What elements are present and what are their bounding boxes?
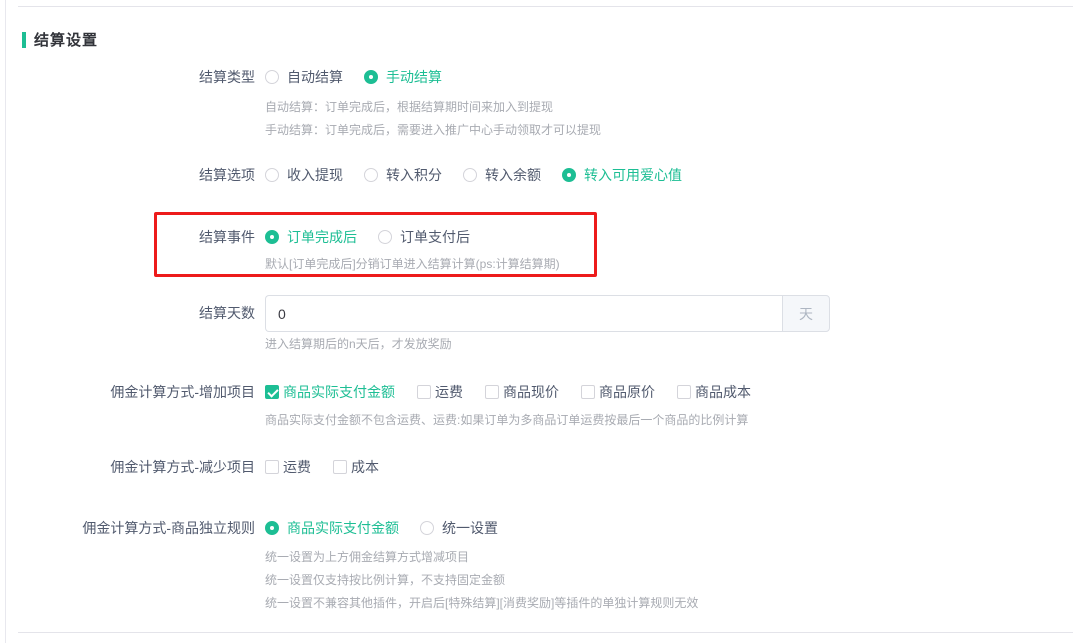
radio-selected-icon <box>562 168 576 182</box>
section-accent-bar <box>22 32 26 48</box>
help-line: 统一设置仅支持按比例计算，不支持固定金额 <box>265 569 698 592</box>
form-row-commission-rule: 佣金计算方式-商品独立规则 商品实际支付金额 统一设置 <box>0 518 1073 538</box>
radio-to-points[interactable]: 转入积分 <box>364 165 442 185</box>
settle-event-help: 默认[订单完成后]分销订单进入结算计算(ps:计算结算期) <box>265 253 560 276</box>
help-line: 统一设置不兼容其他插件，开启后[特殊结算][消费奖励]等插件的单独计算规则无效 <box>265 592 698 615</box>
checkbox-label: 商品实际支付金额 <box>283 382 395 402</box>
field-label-settle-type: 结算类型 <box>0 67 255 87</box>
help-line: 进入结算期后的n天后，才发放奖励 <box>265 333 452 356</box>
radio-label: 统一设置 <box>442 518 498 538</box>
top-divider <box>18 6 1073 7</box>
radio-icon <box>463 168 477 182</box>
radio-manual-settlement[interactable]: 手动结算 <box>364 67 442 87</box>
settle-type-help: 自动结算：订单完成后，根据结算期时间来加入到提现 手动结算：订单完成后，需要进入… <box>265 96 601 142</box>
radio-selected-icon <box>364 70 378 84</box>
checkbox-original-price[interactable]: 商品原价 <box>581 382 655 402</box>
section-header: 结算设置 <box>22 29 98 50</box>
radio-order-paid[interactable]: 订单支付后 <box>378 227 470 247</box>
field-label-settle-option: 结算选项 <box>0 165 255 185</box>
help-line: 默认[订单完成后]分销订单进入结算计算(ps:计算结算期) <box>265 253 560 276</box>
form-row-commission-minus: 佣金计算方式-减少项目 运费 成本 <box>0 457 1073 477</box>
field-label-settle-event: 结算事件 <box>0 227 255 247</box>
help-line: 自动结算：订单完成后，根据结算期时间来加入到提现 <box>265 96 601 119</box>
radio-label: 转入可用爱心值 <box>584 165 682 185</box>
commission-rule-help: 统一设置为上方佣金结算方式增减项目 统一设置仅支持按比例计算，不支持固定金额 统… <box>265 546 698 615</box>
checkbox-cost-minus[interactable]: 成本 <box>333 457 379 477</box>
radio-icon <box>378 230 392 244</box>
radio-to-balance[interactable]: 转入余额 <box>463 165 541 185</box>
checkbox-icon <box>485 385 499 399</box>
settle-days-help: 进入结算期后的n天后，才发放奖励 <box>265 333 452 356</box>
field-label-commission-minus: 佣金计算方式-减少项目 <box>0 457 255 477</box>
checkbox-icon <box>581 385 595 399</box>
radio-label: 收入提现 <box>287 165 343 185</box>
checkbox-label: 运费 <box>435 382 463 402</box>
field-label-settle-days: 结算天数 <box>0 303 255 323</box>
checkbox-label: 商品现价 <box>503 382 559 402</box>
radio-selected-icon <box>265 521 279 535</box>
radio-icon <box>265 168 279 182</box>
radio-label: 订单完成后 <box>287 227 357 247</box>
checkbox-checked-icon <box>265 385 279 399</box>
form-row-commission-add: 佣金计算方式-增加项目 商品实际支付金额 运费 商品现价 商品原价 商品成本 <box>0 382 1073 402</box>
page-title: 结算设置 <box>34 29 98 50</box>
radio-auto-settlement[interactable]: 自动结算 <box>265 67 343 87</box>
radio-icon <box>420 521 434 535</box>
checkbox-label: 运费 <box>283 457 311 477</box>
checkbox-icon <box>333 460 347 474</box>
help-line: 手动结算：订单完成后，需要进入推广中心手动领取才可以提现 <box>265 119 601 142</box>
checkbox-icon <box>265 460 279 474</box>
form-row-settle-type: 结算类型 自动结算 手动结算 <box>0 67 1073 87</box>
form-row-settle-option: 结算选项 收入提现 转入积分 转入余额 转入可用爱心值 <box>0 165 1073 185</box>
field-label-commission-rule: 佣金计算方式-商品独立规则 <box>0 518 255 538</box>
checkbox-icon <box>677 385 691 399</box>
settle-days-input[interactable] <box>265 295 782 332</box>
help-line: 统一设置为上方佣金结算方式增减项目 <box>265 546 698 569</box>
bottom-divider <box>18 632 1073 633</box>
radio-icon <box>364 168 378 182</box>
radio-icon <box>265 70 279 84</box>
unit-addon: 天 <box>782 295 830 332</box>
field-label-commission-add: 佣金计算方式-增加项目 <box>0 382 255 402</box>
settlement-settings-page: 结算设置 结算类型 自动结算 手动结算 自动结算：订单完成后，根据结算期时间来加… <box>0 0 1073 643</box>
radio-to-love-value[interactable]: 转入可用爱心值 <box>562 165 682 185</box>
checkbox-product-cost[interactable]: 商品成本 <box>677 382 751 402</box>
commission-add-help: 商品实际支付金额不包含运费、运费:如果订单为多商品订单运费按最后一个商品的比例计… <box>265 409 748 432</box>
radio-product-independent-actual[interactable]: 商品实际支付金额 <box>265 518 399 538</box>
form-row-settle-event: 结算事件 订单完成后 订单支付后 <box>0 227 1073 247</box>
radio-label: 订单支付后 <box>400 227 470 247</box>
radio-label: 商品实际支付金额 <box>287 518 399 538</box>
radio-label: 转入余额 <box>485 165 541 185</box>
radio-order-completed[interactable]: 订单完成后 <box>265 227 357 247</box>
checkbox-label: 成本 <box>351 457 379 477</box>
settle-days-input-group: 天 <box>265 295 830 332</box>
radio-unified-setting[interactable]: 统一设置 <box>420 518 498 538</box>
checkbox-label: 商品原价 <box>599 382 655 402</box>
radio-selected-icon <box>265 230 279 244</box>
checkbox-actual-payment[interactable]: 商品实际支付金额 <box>265 382 395 402</box>
checkbox-icon <box>417 385 431 399</box>
radio-label: 手动结算 <box>386 67 442 87</box>
radio-label: 自动结算 <box>287 67 343 87</box>
checkbox-shipping-fee[interactable]: 运费 <box>417 382 463 402</box>
help-line: 商品实际支付金额不包含运费、运费:如果订单为多商品订单运费按最后一个商品的比例计… <box>265 409 748 432</box>
checkbox-shipping-fee-minus[interactable]: 运费 <box>265 457 311 477</box>
checkbox-label: 商品成本 <box>695 382 751 402</box>
checkbox-current-price[interactable]: 商品现价 <box>485 382 559 402</box>
radio-label: 转入积分 <box>386 165 442 185</box>
radio-income-withdraw[interactable]: 收入提现 <box>265 165 343 185</box>
